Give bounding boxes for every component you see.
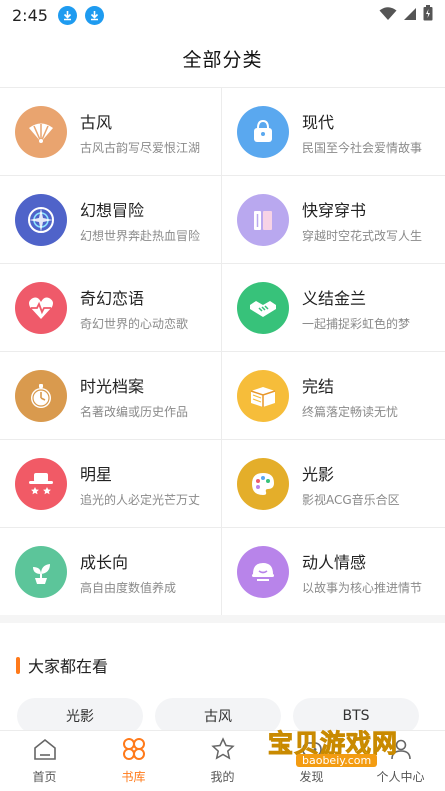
category-name: 明星 [80, 464, 113, 484]
discover-icon [299, 737, 325, 765]
category-desc: 影视ACG音乐合区 [302, 492, 400, 507]
tag-chip[interactable]: 古风 [155, 698, 281, 734]
nav-item-discover[interactable]: 发现 [267, 731, 356, 791]
book-icon [237, 370, 289, 422]
category-item-yijie[interactable]: 义结金兰 一起捕捉彩虹色的梦 [222, 264, 445, 352]
user-center-icon [388, 737, 414, 765]
category-desc: 穿越时空花式改写人生 [302, 228, 423, 243]
category-row: 成长向 高自由度数值养成 动人情感 以故事为核心推进情节 [0, 528, 445, 616]
bottom-nav: 首页 书库 我的 发现 个人中心 [0, 730, 445, 791]
category-desc: 幻想世界奔赴热血冒险 [80, 228, 201, 243]
category-desc: 名著改编或历史作品 [80, 404, 189, 419]
category-name: 动人情感 [302, 552, 367, 572]
category-desc: 奇幻世界的心动恋歌 [80, 316, 189, 331]
nav-label: 个人中心 [376, 770, 425, 784]
category-item-gufeng[interactable]: 古风 古风古韵写尽爱恨江湖 [0, 88, 222, 176]
nav-item-library[interactable]: 书库 [89, 731, 178, 791]
category-item-shiguang[interactable]: 时光档案 名著改编或历史作品 [0, 352, 222, 440]
magic-circle-icon [15, 194, 67, 246]
status-time: 2:45 [12, 5, 48, 25]
category-desc: 追光的人必定光芒万丈 [80, 492, 201, 507]
category-name: 完结 [302, 376, 335, 396]
heartbeat-icon [15, 282, 67, 334]
tag-chip[interactable]: 光影 [17, 698, 143, 734]
category-row: 时光档案 名著改编或历史作品 完结 终篇落定畅读无忧 [0, 352, 445, 440]
fan-icon [15, 106, 67, 158]
category-desc: 以故事为核心推进情节 [302, 580, 423, 595]
tag-chip[interactable]: BTS [293, 698, 419, 734]
category-desc: 一起捕捉彩虹色的梦 [302, 316, 411, 331]
category-row: 奇幻恋语 奇幻世界的心动恋歌 义结金兰 一起捕捉彩虹色的梦 [0, 264, 445, 352]
category-item-guangying[interactable]: 光影 影视ACG音乐合区 [222, 440, 445, 528]
category-item-wanjie[interactable]: 完结 终篇落定畅读无忧 [222, 352, 445, 440]
category-item-xiandai[interactable]: 现代 民国至今社会爱情故事 [222, 88, 445, 176]
category-name: 幻想冒险 [80, 200, 145, 220]
category-row: 明星 追光的人必定光芒万丈 光影 影视ACG音乐合区 [0, 440, 445, 528]
handshake-icon [237, 282, 289, 334]
page-header: 全部分类 [0, 30, 445, 88]
category-name: 义结金兰 [302, 288, 367, 308]
category-name: 时光档案 [80, 376, 145, 396]
page-title: 全部分类 [182, 49, 263, 71]
category-name: 成长向 [80, 552, 129, 572]
category-item-huanxiang[interactable]: 幻想冒险 幻想世界奔赴热血冒险 [0, 176, 222, 264]
category-row: 幻想冒险 幻想世界奔赴热血冒险 快穿穿书 穿越时空花式改写人生 [0, 176, 445, 264]
category-item-qihuan[interactable]: 奇幻恋语 奇幻世界的心动恋歌 [0, 264, 222, 352]
category-name: 现代 [302, 112, 335, 132]
nav-label: 首页 [32, 770, 57, 784]
category-item-mingxing[interactable]: 明星 追光的人必定光芒万丈 [0, 440, 222, 528]
sprout-icon [15, 546, 67, 598]
section-accent-bar [16, 656, 20, 674]
books-icon [237, 194, 289, 246]
nav-label: 发现 [299, 770, 324, 784]
category-desc: 古风古韵写尽爱恨江湖 [80, 140, 201, 155]
nav-item-user-center[interactable]: 个人中心 [356, 731, 445, 791]
download-icon [57, 5, 77, 25]
category-name: 古风 [80, 112, 113, 132]
battery-icon [423, 5, 433, 25]
handbag-icon [237, 106, 289, 158]
category-desc: 终篇落定畅读无忧 [302, 404, 399, 419]
signal-icon [403, 6, 417, 25]
category-item-dongren[interactable]: 动人情感 以故事为核心推进情节 [222, 528, 445, 616]
category-name: 奇幻恋语 [80, 288, 145, 308]
palette-icon [237, 458, 289, 510]
nav-label: 我的 [210, 770, 235, 784]
category-desc: 高自由度数值养成 [80, 580, 177, 595]
pocket-watch-icon [15, 370, 67, 422]
section-title: 大家都在看 [28, 657, 109, 676]
category-grid: 古风 古风古韵写尽爱恨江湖 现代 民国至今社会爱情故事 幻想冒险 幻想世界奔赴热… [0, 88, 445, 616]
popular-tags: 光影 古风 BTS [17, 698, 419, 734]
profile-star-icon [210, 737, 236, 765]
popular-section: 大家都在看 光影 古风 BTS [0, 615, 445, 734]
home-icon [32, 737, 58, 765]
category-name: 光影 [302, 464, 335, 484]
category-desc: 民国至今社会爱情故事 [302, 140, 423, 155]
download-icon [84, 5, 104, 25]
emotion-icon [237, 546, 289, 598]
status-bar: 2:45 [0, 0, 445, 30]
nav-label: 书库 [121, 770, 146, 784]
category-name: 快穿穿书 [302, 200, 367, 220]
wifi-icon [379, 6, 397, 25]
category-item-chengzhang[interactable]: 成长向 高自由度数值养成 [0, 528, 222, 616]
category-item-kuaichuan[interactable]: 快穿穿书 穿越时空花式改写人生 [222, 176, 445, 264]
library-icon [121, 737, 147, 765]
nav-item-mine[interactable]: 我的 [178, 731, 267, 791]
star-hat-icon [15, 458, 67, 510]
category-row: 古风 古风古韵写尽爱恨江湖 现代 民国至今社会爱情故事 [0, 88, 445, 176]
nav-item-home[interactable]: 首页 [0, 731, 89, 791]
